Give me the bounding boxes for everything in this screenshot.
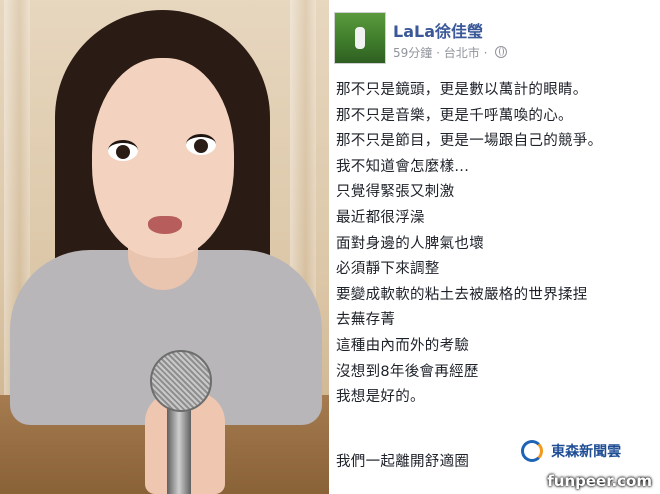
meta-separator: · <box>483 46 488 60</box>
post-line: 要變成軟軟的粘土去被嚴格的世界揉捏 <box>336 286 588 303</box>
post-line: 沒想到8年後會再經歷 <box>336 363 479 380</box>
left-eye <box>108 140 138 161</box>
post-closing-line: 我們一起離開舒適圈 <box>336 454 470 470</box>
post-body: 那不只是鏡頭，更是數以萬計的眼睛。 那不只是音樂，更是千呼萬喚的心。 那不只是節… <box>336 78 656 411</box>
post-line: 必須靜下來調整 <box>336 261 440 278</box>
news-logo: 東森新聞雲 <box>521 440 621 462</box>
post-line: 那不只是節目，更是一場跟自己的競爭。 <box>336 133 603 150</box>
post-author-link[interactable]: LaLa徐佳瑩 <box>393 18 483 42</box>
mouth <box>148 216 182 234</box>
post-location-link[interactable]: 台北市 <box>444 46 480 60</box>
post-line: 最近都很浮澡 <box>336 209 425 226</box>
microphone-handle <box>167 404 191 494</box>
post-line: 面對身邊的人脾氣也壞 <box>336 235 484 252</box>
post-line: 我想是好的。 <box>336 389 425 406</box>
post-line: 這種由內而外的考驗 <box>336 337 470 354</box>
post-line: 那不只是鏡頭，更是數以萬計的眼睛。 <box>336 82 588 98</box>
microphone-icon <box>150 350 212 412</box>
right-eye <box>186 134 216 155</box>
post-line: 那不只是音樂，更是千呼萬喚的心。 <box>336 107 573 124</box>
news-logo-text: 東森新聞雲 <box>551 444 622 460</box>
post-meta: 59分鐘 · 台北市 · <box>393 44 508 61</box>
post-line: 去蕪存菁 <box>336 312 396 329</box>
post-line: 我不知道會怎麼樣... <box>336 158 470 175</box>
meta-separator: · <box>436 46 440 60</box>
post-time-link[interactable]: 59分鐘 <box>393 46 432 60</box>
post-line: 只覺得緊張又刺激 <box>336 184 455 201</box>
facebook-post: LaLa徐佳瑩 59分鐘 · 台北市 · 那不只是鏡頭，更是數以萬計的眼睛。 那… <box>331 0 660 494</box>
selfie-photo <box>0 0 329 494</box>
watermark: funpeer.com <box>547 472 652 490</box>
globe-icon[interactable] <box>495 46 508 58</box>
news-logo-icon <box>521 440 543 462</box>
avatar[interactable] <box>334 12 386 64</box>
avatar-figure <box>355 27 365 49</box>
